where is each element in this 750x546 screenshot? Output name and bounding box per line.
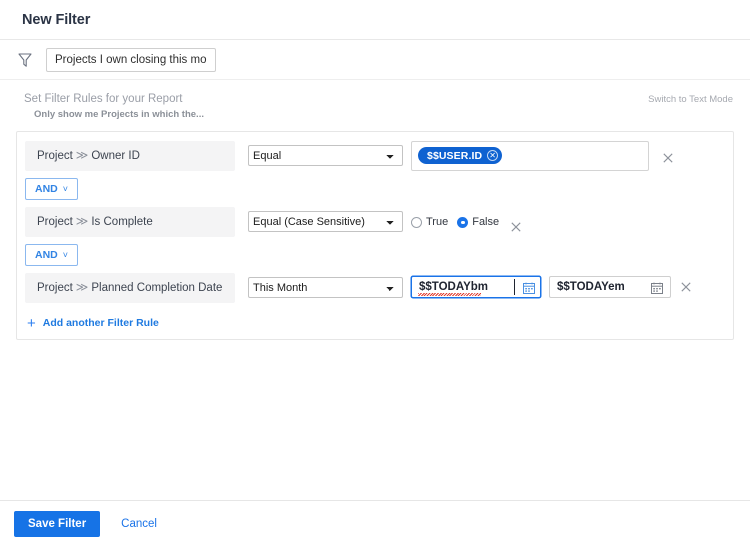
rule-field-cell[interactable]: Project ≫ Owner ID [25, 141, 235, 171]
filter-rule-row: Project ≫ Owner ID Equal $$USER.ID ✕ [25, 141, 725, 171]
value-token-label: $$USER.ID [427, 149, 483, 162]
connector-and-button[interactable]: AND ˅ [25, 244, 78, 266]
page-title: New Filter [22, 11, 91, 28]
rule-operator-select[interactable]: Equal [248, 145, 403, 166]
rules-section-header: Set Filter Rules for your Report Only sh… [16, 92, 734, 122]
plus-icon: + [27, 314, 36, 332]
rule-field-label: Is Complete [91, 216, 153, 228]
rule-operator-select[interactable]: This Month [248, 277, 403, 298]
rule-field-label: Planned Completion Date [91, 282, 223, 294]
rule-value-token-input[interactable]: $$USER.ID ✕ [411, 141, 649, 171]
remove-rule-icon[interactable] [663, 150, 673, 163]
filter-name-input[interactable] [46, 47, 216, 72]
rule-operator-select[interactable]: Equal (Case Sensitive) [248, 211, 403, 232]
date-end-input[interactable] [549, 276, 671, 298]
add-filter-rule-label: Add another Filter Rule [42, 317, 159, 329]
filter-rules-container: Project ≫ Owner ID Equal $$USER.ID ✕ AND… [16, 131, 734, 340]
rule-entity-label: Project [37, 216, 73, 228]
filter-name-bar [0, 40, 750, 80]
rule-field-cell[interactable]: Project ≫ Planned Completion Date [25, 273, 235, 303]
radio-true-label: True [426, 216, 449, 228]
rule-connector-row: AND ˅ [25, 171, 725, 207]
token-remove-icon[interactable]: ✕ [487, 150, 499, 161]
date-start-input[interactable] [411, 276, 541, 298]
chevron-down-icon: ˅ [62, 184, 68, 194]
radio-true-dot[interactable] [411, 216, 422, 228]
field-separator-icon: ≫ [75, 214, 89, 228]
radio-false-dot[interactable] [457, 216, 469, 228]
rule-field-cell[interactable]: Project ≫ Is Complete [25, 207, 235, 237]
save-filter-button[interactable]: Save Filter [14, 510, 101, 537]
rules-section-title: Set Filter Rules for your Report [24, 93, 183, 105]
rule-connector-row: AND ˅ [25, 237, 725, 273]
connector-label: AND [34, 183, 58, 195]
filter-rule-row: Project ≫ Is Complete Equal (Case Sensitiv… [25, 207, 725, 237]
new-filter-page: New Filter Set Filter Rules for your Rep… [0, 0, 750, 546]
text-caret [514, 279, 515, 295]
field-separator-icon: ≫ [75, 148, 89, 162]
value-token[interactable]: $$USER.ID ✕ [418, 147, 503, 164]
filter-rule-row: Project ≫ Planned Completion Date This Mon… [25, 273, 725, 303]
rule-boolean-value-group: True False [411, 212, 521, 232]
cancel-link[interactable]: Cancel [121, 518, 157, 530]
connector-and-button[interactable]: AND ˅ [25, 178, 78, 200]
rule-entity-label: Project [37, 150, 73, 162]
funnel-icon [16, 51, 34, 69]
rules-section-subtitle: Only show me Projects in which the... [34, 109, 204, 120]
field-separator-icon: ≫ [75, 280, 89, 294]
page-footer: Save Filter Cancel [0, 500, 750, 546]
date-start-wrapper [411, 276, 541, 298]
page-header: New Filter [0, 0, 750, 40]
add-filter-rule-button[interactable]: + Add another Filter Rule [25, 314, 725, 332]
rule-entity-label: Project [37, 282, 73, 294]
radio-false-label: False [472, 216, 500, 228]
remove-rule-icon[interactable] [511, 221, 521, 232]
rules-section-titles: Set Filter Rules for your Report Only sh… [16, 92, 204, 122]
filter-rules-section: Set Filter Rules for your Report Only sh… [0, 80, 750, 340]
radio-false[interactable]: False [457, 216, 499, 228]
connector-label: AND [34, 249, 58, 261]
rule-field-label: Owner ID [91, 150, 140, 162]
switch-to-text-mode-link[interactable]: Switch to Text Mode [648, 92, 734, 105]
radio-true[interactable]: True [411, 216, 448, 228]
chevron-down-icon: ˅ [62, 250, 68, 260]
remove-rule-icon[interactable] [681, 282, 691, 292]
date-end-wrapper [549, 276, 671, 298]
